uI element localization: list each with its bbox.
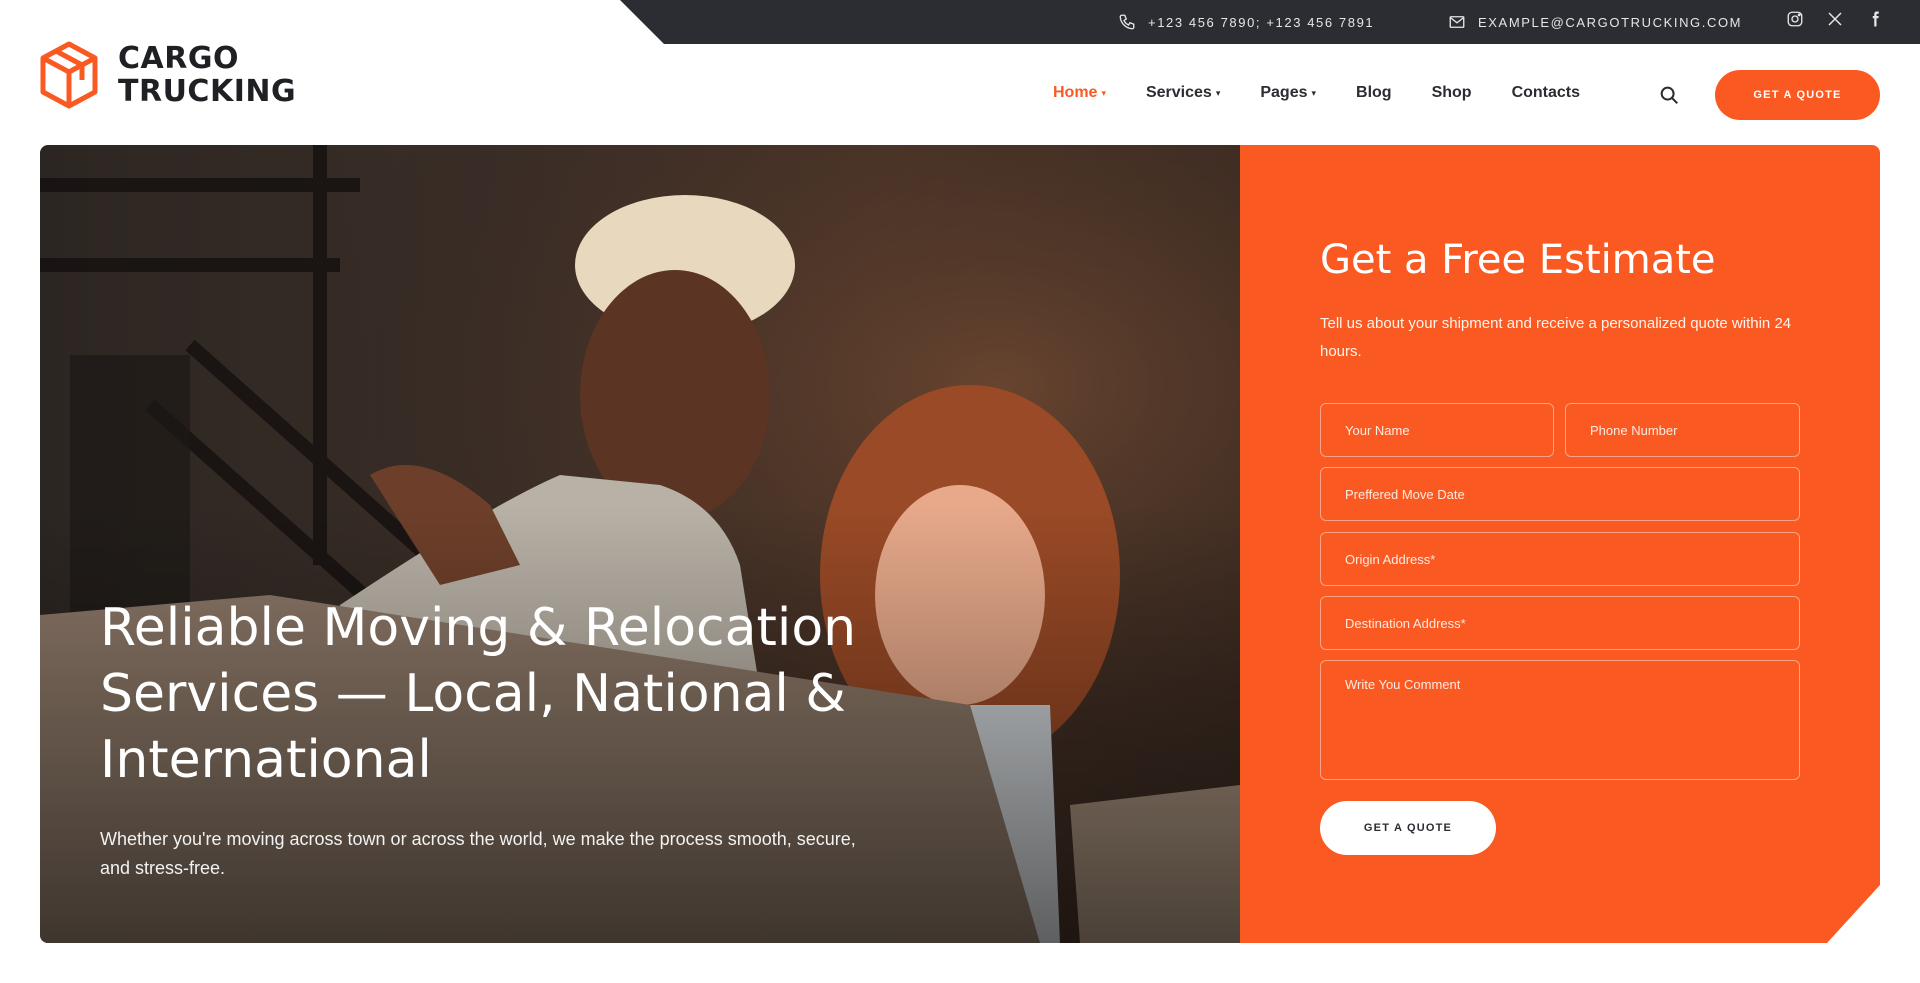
- hero-photo: [40, 145, 1240, 943]
- destination-address-input[interactable]: [1320, 596, 1800, 650]
- nav-shop-label: Shop: [1431, 84, 1472, 101]
- facebook-icon[interactable]: [1866, 10, 1884, 28]
- comment-textarea[interactable]: [1320, 660, 1800, 780]
- social-links: [1786, 10, 1884, 28]
- nav-shop[interactable]: Shop: [1432, 84, 1472, 102]
- phone-contact[interactable]: +123 456 7890; +123 456 7891: [1118, 13, 1374, 31]
- search-icon[interactable]: [1658, 84, 1680, 106]
- move-date-input[interactable]: [1320, 467, 1800, 521]
- box-icon: [40, 41, 98, 109]
- nav-services[interactable]: Services ▾: [1146, 84, 1220, 102]
- chevron-down-icon: ▾: [1215, 87, 1221, 98]
- nav-contacts[interactable]: Contacts: [1512, 84, 1580, 102]
- envelope-icon: [1449, 16, 1465, 28]
- estimate-subtitle: Tell us about your shipment and receive …: [1320, 315, 1792, 360]
- hero-title: Reliable Moving & Relocation Services — …: [100, 598, 857, 790]
- phone-input[interactable]: [1565, 403, 1800, 457]
- site-logo[interactable]: CARGO TRUCKING: [38, 40, 296, 110]
- hero-section: Reliable Moving & Relocation Services — …: [40, 145, 1240, 943]
- nav-home[interactable]: Home ▾: [1053, 84, 1106, 102]
- phone-icon: [1119, 14, 1135, 30]
- instagram-icon[interactable]: [1786, 10, 1804, 28]
- chevron-down-icon: ▾: [1311, 87, 1317, 98]
- nav-blog-label: Blog: [1356, 84, 1392, 101]
- chevron-down-icon: ▾: [1101, 87, 1106, 98]
- estimate-form-panel: Get a Free Estimate Tell us about your s…: [1240, 145, 1880, 943]
- nav-home-label: Home: [1053, 84, 1098, 101]
- logo-line-2: TRUCKING: [118, 74, 297, 109]
- phone-numbers: +123 456 7890; +123 456 7891: [1148, 14, 1375, 30]
- hero-subtitle: Whether you're moving across town or acr…: [100, 829, 856, 878]
- x-icon[interactable]: [1826, 10, 1844, 28]
- nav-pages[interactable]: Pages ▾: [1260, 84, 1316, 102]
- origin-address-input[interactable]: [1320, 532, 1800, 586]
- top-info-bar: +123 456 7890; +123 456 7891 EXAMPLE@CAR…: [620, 0, 1920, 44]
- logo-line-1: CARGO: [118, 41, 239, 76]
- logo-wordmark: CARGO TRUCKING: [118, 42, 296, 108]
- nav-services-label: Services: [1145, 84, 1212, 101]
- estimate-title: Get a Free Estimate: [1320, 237, 1716, 283]
- nav-pages-label: Pages: [1260, 84, 1308, 101]
- submit-quote-button[interactable]: GET A QUOTE: [1320, 801, 1496, 855]
- name-input[interactable]: [1320, 403, 1554, 457]
- email-address: EXAMPLE@CARGOTRUCKING.COM: [1478, 14, 1743, 30]
- email-contact[interactable]: EXAMPLE@CARGOTRUCKING.COM: [1448, 13, 1742, 31]
- nav-blog[interactable]: Blog: [1356, 84, 1392, 102]
- get-quote-button[interactable]: GET A QUOTE: [1715, 70, 1880, 120]
- main-nav: Home ▾ Services ▾ Pages ▾ Blog Shop Cont…: [1053, 84, 1620, 102]
- nav-contacts-label: Contacts: [1511, 84, 1581, 101]
